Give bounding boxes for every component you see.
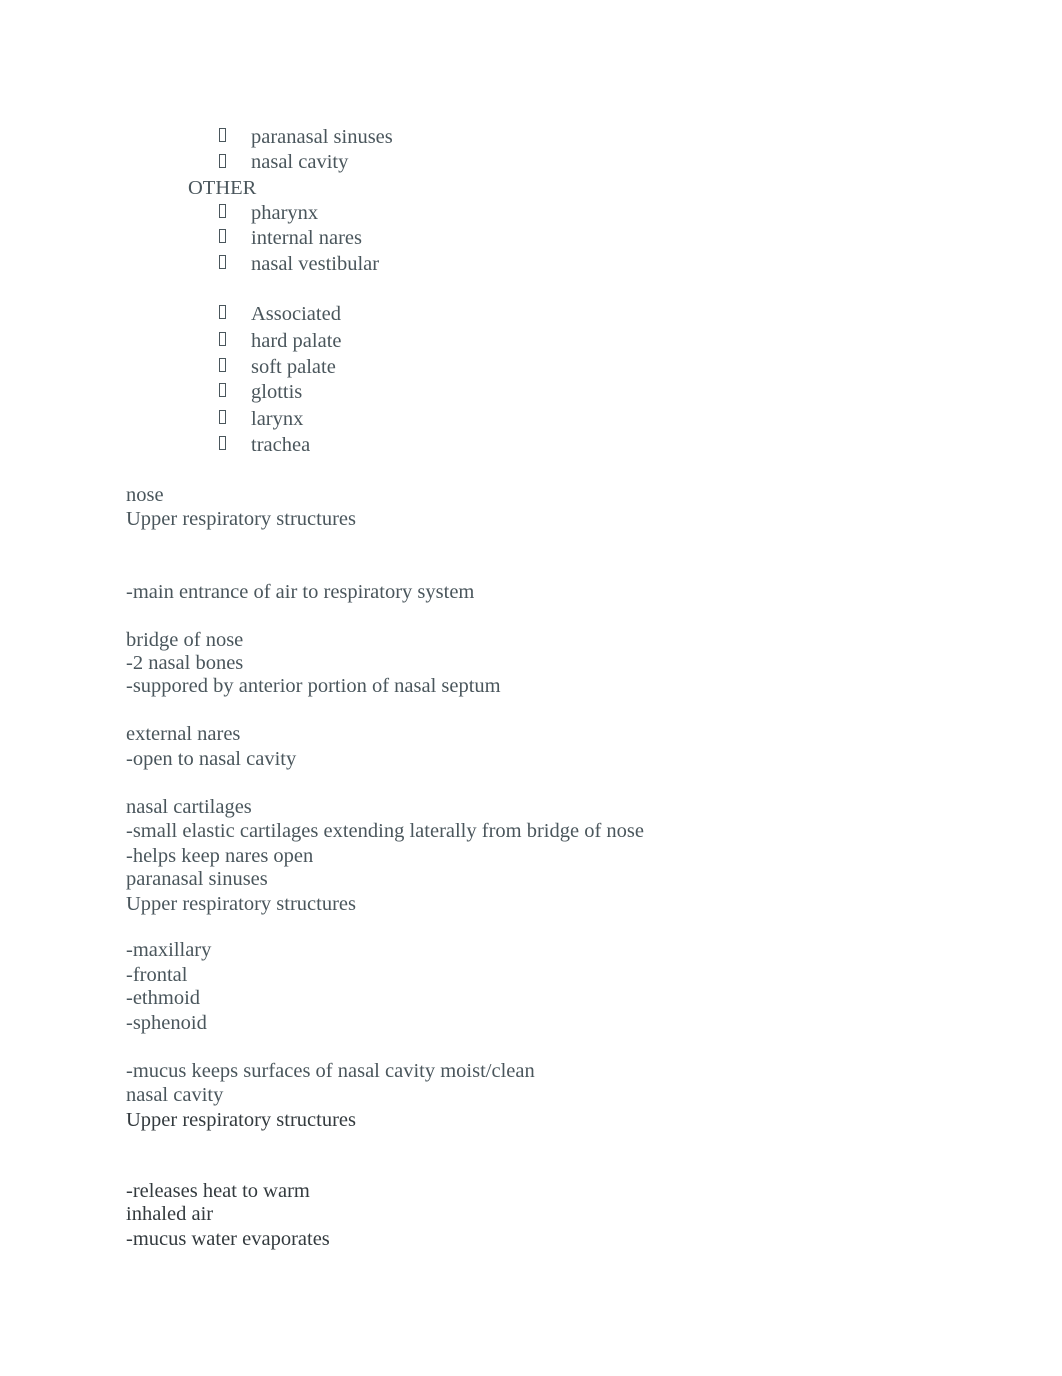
bullet-icon xyxy=(219,332,226,346)
bullet-icon xyxy=(219,154,226,168)
list-item: Associated xyxy=(251,303,341,325)
point-text: inhaled air xyxy=(126,1203,214,1225)
term-heading: paranasal sinuses xyxy=(126,868,268,890)
bullet-icon xyxy=(219,358,226,372)
list-item: nasal vestibular xyxy=(251,253,380,275)
list-item: soft palate xyxy=(251,356,336,378)
point-text: -helps keep nares open xyxy=(126,845,314,867)
bullet-icon xyxy=(219,436,226,450)
category-label: Upper respiratory structures xyxy=(126,1109,356,1131)
point-text: -small elastic cartilages extending late… xyxy=(126,820,645,842)
bullet-icon xyxy=(219,128,226,142)
list-item: paranasal sinuses xyxy=(251,126,393,148)
list-item: trachea xyxy=(251,434,311,456)
note-text: -mucus keeps surfaces of nasal cavity mo… xyxy=(126,1060,535,1082)
list-item: larynx xyxy=(251,408,304,430)
bullet-icon xyxy=(219,229,226,243)
point-text: -frontal xyxy=(126,964,188,986)
subheading: nasal cartilages xyxy=(126,796,252,818)
list-item: nasal cavity xyxy=(251,151,349,173)
bullet-icon xyxy=(219,410,226,424)
subheading: bridge of nose xyxy=(126,629,244,651)
bullet-icon xyxy=(219,255,226,269)
list-item: glottis xyxy=(251,381,303,403)
category-label: Upper respiratory structures xyxy=(126,508,356,530)
term-heading: nose xyxy=(126,484,164,506)
point-text: -releases heat to warm xyxy=(126,1180,310,1202)
definition-text: -main entrance of air to respiratory sys… xyxy=(126,581,475,603)
bullet-icon xyxy=(219,383,226,397)
term-heading: nasal cavity xyxy=(126,1084,224,1106)
list-item: hard palate xyxy=(251,330,342,352)
point-text: -sphenoid xyxy=(126,1012,207,1034)
bullet-icon xyxy=(219,204,226,218)
other-heading: OTHER xyxy=(188,177,257,199)
point-text: -suppored by anterior portion of nasal s… xyxy=(126,675,501,697)
bullet-icon xyxy=(219,305,226,319)
point-text: -ethmoid xyxy=(126,987,201,1009)
point-text: -open to nasal cavity xyxy=(126,748,297,770)
category-label: Upper respiratory structures xyxy=(126,893,356,915)
list-item: internal nares xyxy=(251,227,362,249)
subheading: external nares xyxy=(126,723,241,745)
list-item: pharynx xyxy=(251,202,319,224)
point-text: -mucus water evaporates xyxy=(126,1228,330,1250)
point-text: -2 nasal bones xyxy=(126,652,244,674)
point-text: -maxillary xyxy=(126,939,212,961)
